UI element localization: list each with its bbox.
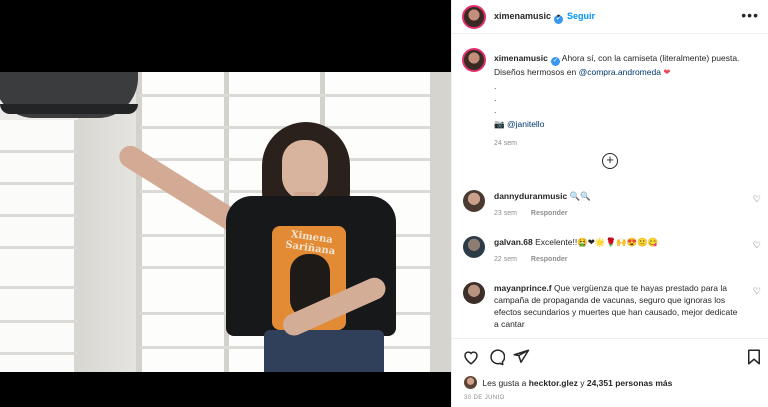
window-rail: [0, 246, 78, 249]
reply-button[interactable]: Responder: [531, 256, 568, 263]
post-media: Ximena Sariñana: [0, 0, 451, 407]
liker-avatar[interactable]: [464, 376, 477, 389]
author-username-text[interactable]: ximenamusic: [494, 11, 551, 21]
bookmark-icon[interactable]: [745, 348, 763, 366]
mention-link[interactable]: @compra.andromeda: [579, 67, 661, 77]
comment-username[interactable]: galvan.68: [494, 237, 533, 247]
commenter-avatar[interactable]: [463, 282, 485, 304]
commenter-avatar[interactable]: [463, 190, 485, 212]
liker-username[interactable]: hecktor.glez: [529, 378, 578, 388]
window-rail: [0, 320, 78, 323]
comment-meta: 23 sem Responder: [494, 208, 754, 220]
post-sidebar: ximenamusic ✓ • Seguir ••• ximenamusic ✓ A…: [451, 0, 768, 407]
comment-text: Excelente!!🤮❤🌟🌹🙌😍🙂😋: [535, 237, 659, 247]
author-avatar[interactable]: [462, 5, 486, 29]
heart-emoji: ❤: [663, 67, 671, 77]
comment-time[interactable]: 22 sem: [494, 256, 517, 263]
follow-button[interactable]: Seguir: [567, 11, 595, 21]
comment-like-icon[interactable]: ♡: [753, 286, 761, 297]
window-rail: [0, 150, 78, 153]
likes-count[interactable]: 24,351 personas más: [587, 378, 673, 388]
separator-dot: •: [557, 11, 561, 21]
likes-connector: y: [580, 378, 585, 388]
likes-prefix: Les gusta a: [482, 378, 527, 388]
comment-username[interactable]: mayanprince.f: [494, 283, 552, 293]
action-bar: [452, 338, 768, 374]
window-rail: [0, 182, 78, 185]
post-header: ximenamusic ✓ • Seguir •••: [452, 0, 768, 34]
verified-badge-icon: ✓: [550, 57, 560, 66]
person-face: [282, 140, 328, 200]
post-date[interactable]: 30 DE JUNIO: [464, 395, 505, 401]
window-rail: [140, 94, 440, 97]
window-rail: [0, 286, 78, 289]
window-rail: [0, 214, 78, 217]
likes-summary: Les gusta a hecktor.glez y 24,351 person…: [464, 376, 672, 389]
comment-item: galvan.68 Excelente!!🤮❤🌟🌹🙌😍🙂😋 22 sem Res…: [494, 236, 754, 266]
caption-dot: .: [494, 81, 497, 91]
comment-text: 🔍🔍: [569, 191, 591, 201]
window-rail: [0, 352, 78, 355]
camera-emoji: 📷: [494, 119, 505, 129]
comment-item: dannyduranmusic 🔍🔍 23 sem Responder: [494, 190, 754, 220]
mention-link[interactable]: @janitello: [507, 119, 544, 129]
caption-time[interactable]: 24 sem: [494, 138, 764, 150]
commenter-avatar[interactable]: [463, 236, 485, 258]
comment-username[interactable]: dannyduranmusic: [494, 191, 567, 201]
more-horizontal-icon[interactable]: •••: [741, 7, 759, 23]
comment-icon[interactable]: [487, 348, 505, 366]
comment-item: mayanprince.f Que vergüenza que te hayas…: [494, 282, 742, 330]
heart-icon[interactable]: [462, 348, 480, 366]
comment-like-icon[interactable]: ♡: [753, 240, 761, 251]
caption-username[interactable]: ximenamusic: [494, 53, 548, 63]
instagram-post: Ximena Sariñana ximenamusic ✓ • Seguir ••…: [0, 0, 768, 407]
post-caption: ximenamusic ✓ Ahora sí, con la camiseta (…: [494, 52, 764, 150]
comment-time[interactable]: 23 sem: [494, 210, 517, 217]
comment-meta: 22 sem Responder: [494, 254, 754, 266]
caption-dot: .: [494, 93, 497, 103]
lamp-rim: [0, 104, 138, 114]
plus-circle-icon[interactable]: +: [602, 153, 618, 169]
author-username[interactable]: ximenamusic ✓: [494, 11, 564, 24]
caption-avatar[interactable]: [462, 48, 486, 72]
reply-button[interactable]: Responder: [531, 210, 568, 217]
person-jeans: [264, 330, 384, 372]
share-icon[interactable]: [512, 348, 530, 366]
caption-dot: .: [494, 105, 497, 115]
photo-credit: 📷 @janitello: [494, 118, 764, 130]
window-frame: [430, 72, 451, 372]
comment-like-icon[interactable]: ♡: [753, 194, 761, 205]
